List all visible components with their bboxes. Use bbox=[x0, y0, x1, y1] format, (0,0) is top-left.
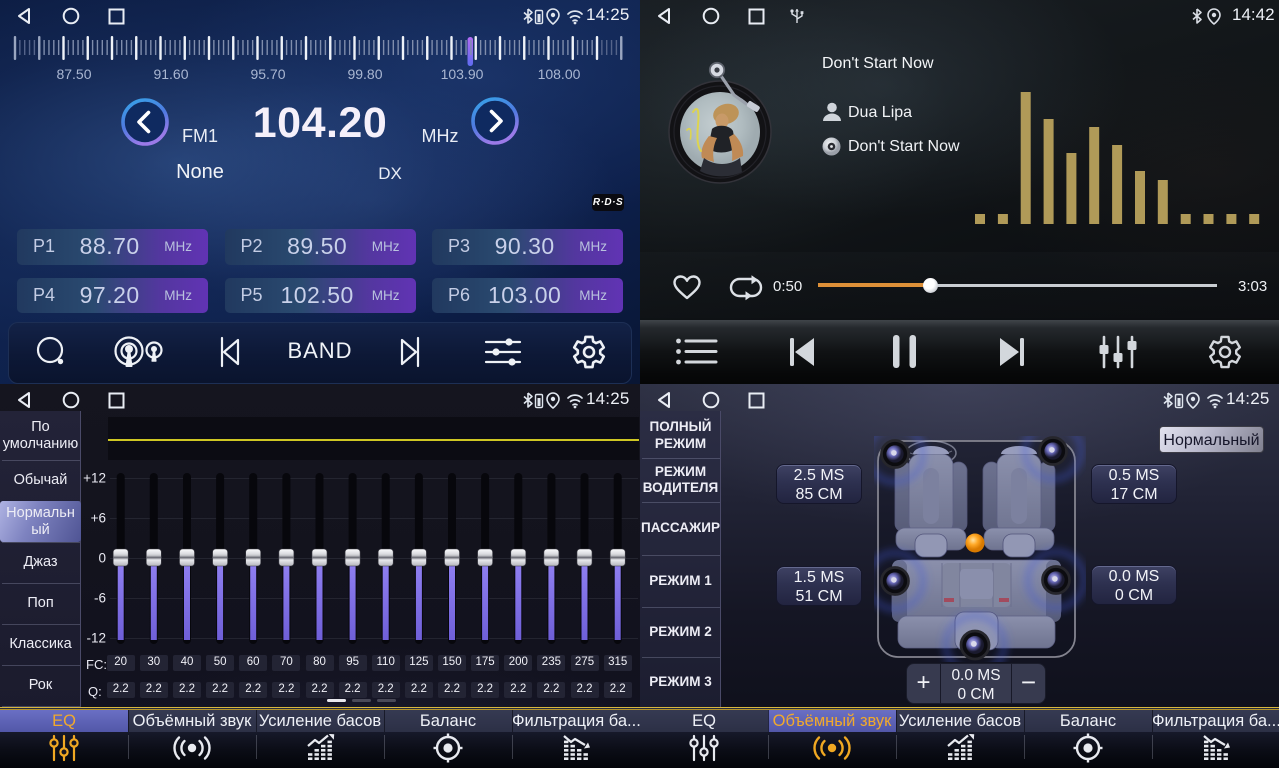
svg-text:87.50: 87.50 bbox=[56, 66, 91, 82]
svg-text:-6: -6 bbox=[94, 591, 106, 606]
svg-text:+6: +6 bbox=[91, 511, 106, 526]
svg-text:99.80: 99.80 bbox=[347, 66, 382, 82]
svg-text:91.60: 91.60 bbox=[153, 66, 188, 82]
svg-text:-12: -12 bbox=[86, 631, 106, 646]
svg-text:108.00: 108.00 bbox=[538, 66, 581, 82]
svg-text:0: 0 bbox=[98, 551, 106, 566]
svg-text:95.70: 95.70 bbox=[250, 66, 285, 82]
svg-text:103.90: 103.90 bbox=[441, 66, 484, 82]
svg-text:+12: +12 bbox=[83, 471, 106, 486]
